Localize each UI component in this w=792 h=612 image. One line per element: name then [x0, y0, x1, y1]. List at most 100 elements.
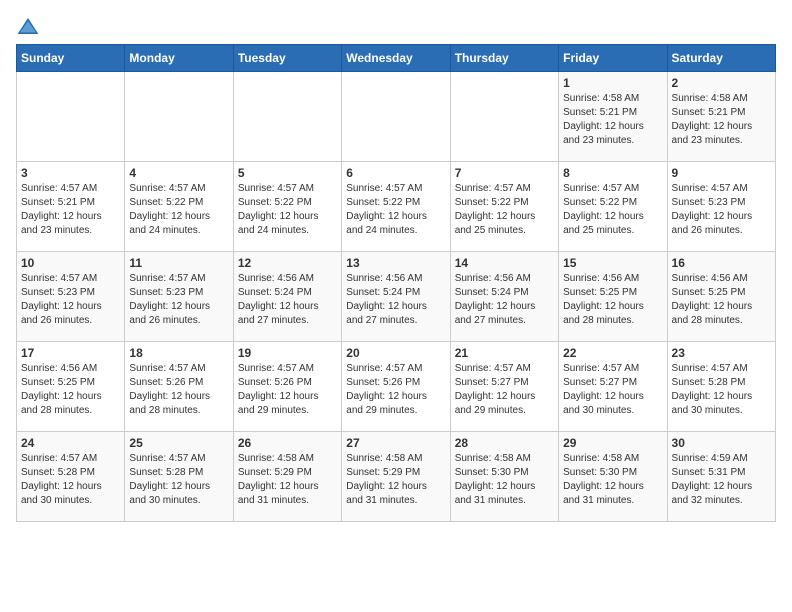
day-info: Sunrise: 4:57 AM Sunset: 5:23 PM Dayligh… [672, 182, 771, 238]
calendar-day-cell: 13 Sunrise: 4:56 AM Sunset: 5:24 PM Dayli… [342, 252, 450, 342]
calendar-day-cell: 30 Sunrise: 4:59 AM Sunset: 5:31 PM Dayli… [667, 432, 775, 522]
day-info: Sunrise: 4:57 AM Sunset: 5:27 PM Dayligh… [455, 362, 554, 418]
day-number: 7 [455, 166, 554, 180]
day-info: Sunrise: 4:56 AM Sunset: 5:25 PM Dayligh… [672, 272, 771, 328]
day-number: 12 [238, 256, 337, 270]
day-number: 14 [455, 256, 554, 270]
day-number: 10 [21, 256, 120, 270]
calendar-day-cell [342, 72, 450, 162]
calendar-table: SundayMondayTuesdayWednesdayThursdayFrid… [16, 44, 776, 522]
day-info: Sunrise: 4:57 AM Sunset: 5:22 PM Dayligh… [563, 182, 662, 238]
day-info: Sunrise: 4:57 AM Sunset: 5:27 PM Dayligh… [563, 362, 662, 418]
day-number: 16 [672, 256, 771, 270]
day-number: 15 [563, 256, 662, 270]
calendar-day-cell: 22 Sunrise: 4:57 AM Sunset: 5:27 PM Dayli… [559, 342, 667, 432]
day-info: Sunrise: 4:56 AM Sunset: 5:25 PM Dayligh… [563, 272, 662, 328]
page-header [16, 16, 776, 36]
calendar-week-row: 10 Sunrise: 4:57 AM Sunset: 5:23 PM Dayli… [17, 252, 776, 342]
day-number: 13 [346, 256, 445, 270]
calendar-day-cell: 5 Sunrise: 4:57 AM Sunset: 5:22 PM Daylig… [233, 162, 341, 252]
day-info: Sunrise: 4:58 AM Sunset: 5:30 PM Dayligh… [563, 452, 662, 508]
day-of-week-header: Saturday [667, 45, 775, 72]
calendar-day-cell: 6 Sunrise: 4:57 AM Sunset: 5:22 PM Daylig… [342, 162, 450, 252]
day-info: Sunrise: 4:56 AM Sunset: 5:25 PM Dayligh… [21, 362, 120, 418]
day-of-week-header: Tuesday [233, 45, 341, 72]
calendar-day-cell: 21 Sunrise: 4:57 AM Sunset: 5:27 PM Dayli… [450, 342, 558, 432]
calendar-day-cell: 17 Sunrise: 4:56 AM Sunset: 5:25 PM Dayli… [17, 342, 125, 432]
logo [16, 16, 44, 36]
calendar-day-cell: 12 Sunrise: 4:56 AM Sunset: 5:24 PM Dayli… [233, 252, 341, 342]
day-info: Sunrise: 4:58 AM Sunset: 5:29 PM Dayligh… [346, 452, 445, 508]
day-info: Sunrise: 4:57 AM Sunset: 5:26 PM Dayligh… [238, 362, 337, 418]
calendar-day-cell: 16 Sunrise: 4:56 AM Sunset: 5:25 PM Dayli… [667, 252, 775, 342]
day-info: Sunrise: 4:56 AM Sunset: 5:24 PM Dayligh… [238, 272, 337, 328]
day-number: 29 [563, 436, 662, 450]
day-number: 28 [455, 436, 554, 450]
calendar-day-cell: 3Sunrise: 4:57 AM Sunset: 5:21 PM Daylig… [17, 162, 125, 252]
day-info: Sunrise: 4:57 AM Sunset: 5:23 PM Dayligh… [129, 272, 228, 328]
day-info: Sunrise: 4:57 AM Sunset: 5:28 PM Dayligh… [129, 452, 228, 508]
day-info: Sunrise: 4:57 AM Sunset: 5:22 PM Dayligh… [346, 182, 445, 238]
day-info: Sunrise: 4:56 AM Sunset: 5:24 PM Dayligh… [346, 272, 445, 328]
day-info: Sunrise: 4:57 AM Sunset: 5:28 PM Dayligh… [21, 452, 120, 508]
day-info: Sunrise: 4:58 AM Sunset: 5:21 PM Dayligh… [563, 92, 662, 148]
day-number: 19 [238, 346, 337, 360]
day-info: Sunrise: 4:56 AM Sunset: 5:24 PM Dayligh… [455, 272, 554, 328]
day-number: 2 [672, 76, 771, 90]
day-info: Sunrise: 4:58 AM Sunset: 5:30 PM Dayligh… [455, 452, 554, 508]
calendar-week-row: 17 Sunrise: 4:56 AM Sunset: 5:25 PM Dayli… [17, 342, 776, 432]
calendar-day-cell [125, 72, 233, 162]
calendar-day-cell: 18Sunrise: 4:57 AM Sunset: 5:26 PM Dayli… [125, 342, 233, 432]
calendar-day-cell: 24Sunrise: 4:57 AM Sunset: 5:28 PM Dayli… [17, 432, 125, 522]
day-of-week-header: Monday [125, 45, 233, 72]
day-info: Sunrise: 4:57 AM Sunset: 5:28 PM Dayligh… [672, 362, 771, 418]
day-number: 21 [455, 346, 554, 360]
day-of-week-header: Friday [559, 45, 667, 72]
calendar-week-row: 1 Sunrise: 4:58 AM Sunset: 5:21 PM Daylig… [17, 72, 776, 162]
day-of-week-header: Thursday [450, 45, 558, 72]
day-info: Sunrise: 4:57 AM Sunset: 5:22 PM Dayligh… [129, 182, 228, 238]
day-number: 25 [129, 436, 228, 450]
calendar-day-cell: 2 Sunrise: 4:58 AM Sunset: 5:21 PM Daylig… [667, 72, 775, 162]
day-info: Sunrise: 4:57 AM Sunset: 5:23 PM Dayligh… [21, 272, 120, 328]
calendar-day-cell: 11 Sunrise: 4:57 AM Sunset: 5:23 PM Dayli… [125, 252, 233, 342]
day-info: Sunrise: 4:58 AM Sunset: 5:21 PM Dayligh… [672, 92, 771, 148]
calendar-day-cell: 7Sunrise: 4:57 AM Sunset: 5:22 PM Daylig… [450, 162, 558, 252]
day-number: 17 [21, 346, 120, 360]
day-number: 6 [346, 166, 445, 180]
calendar-day-cell: 19 Sunrise: 4:57 AM Sunset: 5:26 PM Dayli… [233, 342, 341, 432]
day-info: Sunrise: 4:57 AM Sunset: 5:22 PM Dayligh… [238, 182, 337, 238]
day-number: 22 [563, 346, 662, 360]
day-number: 1 [563, 76, 662, 90]
day-info: Sunrise: 4:58 AM Sunset: 5:29 PM Dayligh… [238, 452, 337, 508]
day-number: 4 [129, 166, 228, 180]
day-info: Sunrise: 4:59 AM Sunset: 5:31 PM Dayligh… [672, 452, 771, 508]
calendar-day-cell: 1 Sunrise: 4:58 AM Sunset: 5:21 PM Daylig… [559, 72, 667, 162]
day-number: 5 [238, 166, 337, 180]
day-number: 27 [346, 436, 445, 450]
day-of-week-header: Wednesday [342, 45, 450, 72]
day-of-week-header: Sunday [17, 45, 125, 72]
day-info: Sunrise: 4:57 AM Sunset: 5:21 PM Dayligh… [21, 182, 120, 238]
calendar-day-cell: 10 Sunrise: 4:57 AM Sunset: 5:23 PM Dayli… [17, 252, 125, 342]
day-info: Sunrise: 4:57 AM Sunset: 5:26 PM Dayligh… [129, 362, 228, 418]
calendar-day-cell: 9Sunrise: 4:57 AM Sunset: 5:23 PM Daylig… [667, 162, 775, 252]
calendar-day-cell [450, 72, 558, 162]
calendar-header-row: SundayMondayTuesdayWednesdayThursdayFrid… [17, 45, 776, 72]
calendar-day-cell: 20 Sunrise: 4:57 AM Sunset: 5:26 PM Dayli… [342, 342, 450, 432]
calendar-day-cell [233, 72, 341, 162]
calendar-day-cell: 4 Sunrise: 4:57 AM Sunset: 5:22 PM Daylig… [125, 162, 233, 252]
calendar-day-cell: 25 Sunrise: 4:57 AM Sunset: 5:28 PM Dayli… [125, 432, 233, 522]
day-number: 11 [129, 256, 228, 270]
calendar-day-cell [17, 72, 125, 162]
calendar-day-cell: 15 Sunrise: 4:56 AM Sunset: 5:25 PM Dayli… [559, 252, 667, 342]
day-number: 20 [346, 346, 445, 360]
calendar-week-row: 24Sunrise: 4:57 AM Sunset: 5:28 PM Dayli… [17, 432, 776, 522]
calendar-day-cell: 27 Sunrise: 4:58 AM Sunset: 5:29 PM Dayli… [342, 432, 450, 522]
calendar-day-cell: 14 Sunrise: 4:56 AM Sunset: 5:24 PM Dayli… [450, 252, 558, 342]
day-info: Sunrise: 4:57 AM Sunset: 5:26 PM Dayligh… [346, 362, 445, 418]
day-number: 30 [672, 436, 771, 450]
calendar-day-cell: 26Sunrise: 4:58 AM Sunset: 5:29 PM Dayli… [233, 432, 341, 522]
calendar-week-row: 3Sunrise: 4:57 AM Sunset: 5:21 PM Daylig… [17, 162, 776, 252]
calendar-day-cell: 8Sunrise: 4:57 AM Sunset: 5:22 PM Daylig… [559, 162, 667, 252]
